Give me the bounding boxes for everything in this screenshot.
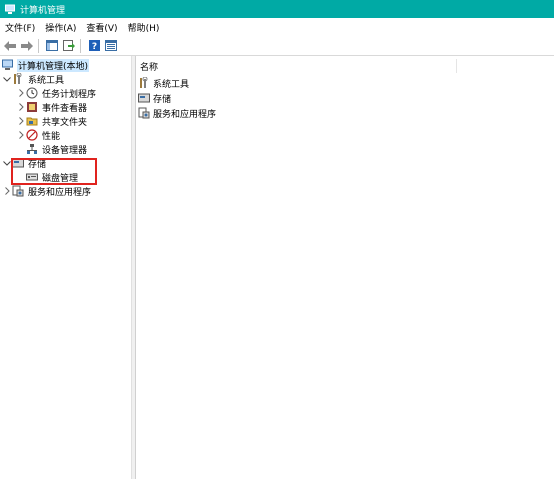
- shared-folder-icon: [26, 115, 38, 127]
- highlight-annotation: [11, 158, 97, 185]
- forward-arrow-icon[interactable]: [20, 39, 34, 53]
- menu-action[interactable]: 操作(A): [40, 21, 81, 34]
- details-pane: 名称 系统工具 存储 服务和应用程序: [136, 56, 554, 479]
- chevron-right-icon[interactable]: [16, 128, 26, 142]
- services-apps-icon: [138, 107, 150, 119]
- svg-text:?: ?: [91, 42, 96, 51]
- device-manager-icon: [26, 143, 38, 155]
- window-title: 计算机管理: [20, 5, 66, 16]
- tree-label: 任务计划程序: [42, 89, 97, 100]
- console-tree-icon[interactable]: [45, 39, 59, 53]
- toolbar-separator: [38, 38, 39, 53]
- system-tools-icon: [12, 73, 24, 85]
- chevron-right-icon[interactable]: [16, 86, 26, 100]
- tree-item-services-apps[interactable]: 服务和应用程序: [2, 184, 92, 198]
- storage-icon: [138, 92, 150, 104]
- menu-help[interactable]: 帮助(H): [123, 21, 165, 34]
- list-item[interactable]: 存储: [138, 91, 171, 105]
- tree-item-device-manager[interactable]: 设备管理器: [26, 142, 88, 156]
- tree-item-event-viewer[interactable]: 事件查看器: [16, 100, 88, 114]
- properties-icon[interactable]: [104, 39, 118, 53]
- back-arrow-icon[interactable]: [3, 39, 17, 53]
- list-item[interactable]: 系统工具: [138, 76, 189, 90]
- chevron-down-icon[interactable]: [2, 72, 12, 86]
- tree-item-task-scheduler[interactable]: 任务计划程序: [16, 86, 97, 100]
- toolbar-separator: [80, 38, 81, 53]
- export-list-icon[interactable]: [62, 39, 76, 53]
- console-tree: 计算机管理(本地) 系统工具 任务计划程序 事件查看器 共享文件夹 性能 设备管…: [0, 56, 132, 479]
- tree-label: 计算机管理(本地): [17, 58, 90, 72]
- services-apps-icon: [12, 185, 24, 197]
- help-icon[interactable]: ?: [87, 39, 101, 53]
- tree-item-system-tools[interactable]: 系统工具: [2, 72, 65, 86]
- menu-bar: 文件(F) 操作(A) 查看(V) 帮助(H): [0, 18, 554, 36]
- chevron-right-icon[interactable]: [16, 100, 26, 114]
- tree-label: 系统工具: [28, 75, 65, 86]
- chevron-right-icon[interactable]: [2, 184, 12, 198]
- toolbar: ?: [0, 36, 554, 56]
- column-header-label: 名称: [140, 62, 159, 73]
- tree-label: 共享文件夹: [42, 117, 88, 128]
- tree-item-shared-folders[interactable]: 共享文件夹: [16, 114, 88, 128]
- list-item-label: 服务和应用程序: [153, 109, 217, 120]
- list-item-label: 存储: [153, 94, 172, 105]
- tree-label: 性能: [42, 131, 61, 142]
- column-header-empty: [458, 59, 554, 73]
- column-header-name[interactable]: 名称: [136, 59, 457, 73]
- tree-item-computer-management[interactable]: 计算机管理(本地): [2, 58, 90, 72]
- tree-label: 服务和应用程序: [28, 187, 92, 198]
- menu-view[interactable]: 查看(V): [81, 21, 122, 34]
- menu-file[interactable]: 文件(F): [0, 21, 40, 34]
- system-tools-icon: [138, 77, 150, 89]
- event-viewer-icon: [26, 101, 38, 113]
- tree-label: 事件查看器: [42, 103, 88, 114]
- computer-management-icon: [2, 59, 14, 71]
- chevron-right-icon[interactable]: [16, 114, 26, 128]
- tree-label: 设备管理器: [42, 145, 88, 156]
- list-item[interactable]: 服务和应用程序: [138, 106, 216, 120]
- tree-item-performance[interactable]: 性能: [16, 128, 61, 142]
- clock-icon: [26, 87, 38, 99]
- performance-icon: [26, 129, 38, 141]
- title-bar: 计算机管理: [0, 0, 554, 18]
- list-item-label: 系统工具: [153, 79, 190, 90]
- computer-management-icon: [5, 4, 16, 15]
